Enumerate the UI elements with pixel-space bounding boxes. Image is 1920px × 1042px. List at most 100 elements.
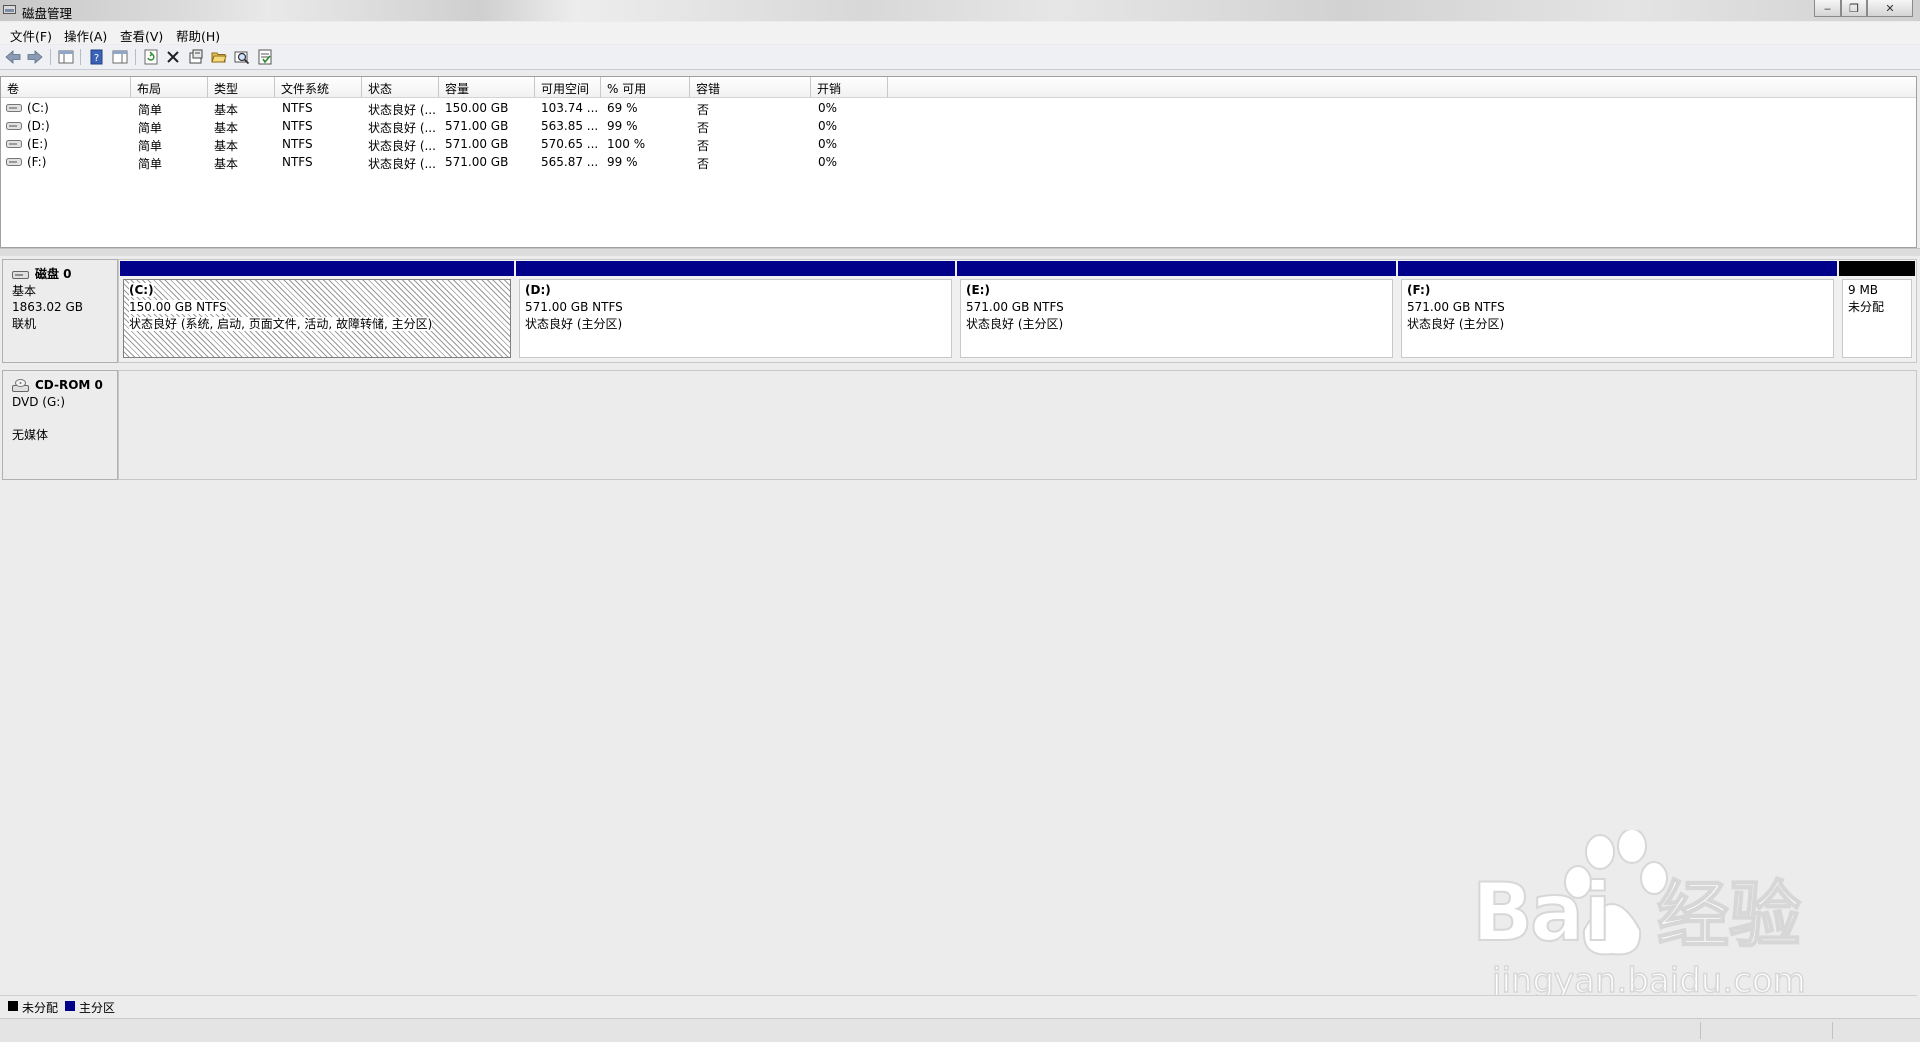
column-header-type[interactable]: 类型 (208, 77, 275, 98)
delete-icon (167, 51, 179, 63)
legend-bar: 未分配 主分区 (0, 995, 1917, 1016)
close-icon: ✕ (1885, 1, 1895, 15)
menu-file[interactable]: 文件(F) (10, 26, 52, 45)
drive-icon (6, 140, 22, 148)
volume-fault-tolerance: 否 (697, 157, 710, 171)
disk-0-label[interactable]: 磁盘 0 基本 1863.02 GB 联机 (2, 259, 118, 363)
menu-action[interactable]: 操作(A) (64, 26, 107, 45)
partition-type-bar (1839, 261, 1915, 276)
menu-view[interactable]: 查看(V) (120, 26, 163, 45)
properties-icon (189, 49, 203, 64)
disk-type: DVD (G:) (12, 394, 65, 409)
drive-icon (6, 158, 22, 166)
volume-list[interactable]: 卷 布局 类型 文件系统 状态 容量 可用空间 % 可用 容错 开销 (C:) … (0, 76, 1917, 248)
volume-overhead: 0% (818, 101, 838, 115)
column-header-filler (888, 77, 1916, 98)
volume-row[interactable]: (E:) 简单 基本 NTFS 状态良好 (... 571.00 GB 570.… (1, 135, 1916, 153)
disk-status: 无媒体 (12, 427, 49, 442)
partition-f[interactable]: (F:) 571.00 GB NTFS 状态良好 (主分区) (1398, 261, 1837, 361)
partition-e[interactable]: (E:) 571.00 GB NTFS 状态良好 (主分区) (957, 261, 1396, 361)
forward-arrow-icon (27, 50, 43, 64)
rescan-icon (258, 49, 272, 65)
partition-name: (C:) (129, 283, 154, 297)
rescan-button[interactable] (256, 48, 274, 66)
partition-body: 9 MB 未分配 (1842, 279, 1912, 358)
toolbar: ? (0, 45, 1920, 70)
volume-status: 状态良好 (... (368, 103, 436, 117)
volume-percent-free: 69 % (607, 101, 638, 115)
volume-status: 状态良好 (... (368, 139, 436, 153)
volume-capacity: 150.00 GB (445, 101, 509, 115)
properties-pane-icon (112, 50, 128, 64)
cd-rom-icon (12, 379, 29, 392)
volume-type: 基本 (214, 103, 239, 117)
column-header-percent-free[interactable]: % 可用 (601, 77, 690, 98)
status-bar (0, 1018, 1920, 1042)
volume-row[interactable]: (C:) 简单 基本 NTFS 状态良好 (... 150.00 GB 103.… (1, 99, 1916, 117)
partition-status: 状态良好 (系统, 启动, 页面文件, 活动, 故障转储, 主分区) (129, 317, 433, 331)
back-arrow-icon (5, 50, 21, 64)
disk-size (12, 410, 117, 427)
partition-size-fs: 571.00 GB NTFS (525, 300, 623, 314)
volume-name: (E:) (27, 137, 48, 151)
properties-pane-button[interactable] (111, 48, 129, 66)
partition-type-bar (957, 261, 1396, 276)
column-header-free-space[interactable]: 可用空间 (535, 77, 601, 98)
partition-body: (F:) 571.00 GB NTFS 状态良好 (主分区) (1401, 279, 1834, 358)
column-header-layout[interactable]: 布局 (131, 77, 208, 98)
show-hide-console-tree-icon (58, 50, 74, 64)
volume-layout: 简单 (138, 103, 163, 117)
legend-label-primary: 主分区 (79, 1001, 116, 1015)
volume-layout: 简单 (138, 121, 163, 135)
partition-unallocated[interactable]: 9 MB 未分配 (1839, 261, 1915, 361)
partition-status: 未分配 (1848, 300, 1885, 314)
help-button[interactable]: ? (88, 48, 106, 66)
partition-size-fs: 9 MB (1848, 283, 1879, 297)
drive-icon (6, 104, 22, 112)
toolbar-separator (80, 49, 81, 65)
column-header-status[interactable]: 状态 (362, 77, 439, 98)
partition-name: (E:) (966, 283, 990, 297)
column-header-capacity[interactable]: 容量 (439, 77, 535, 98)
close-button[interactable]: ✕ (1867, 0, 1913, 17)
explore-button[interactable] (233, 48, 251, 66)
volume-type: 基本 (214, 121, 239, 135)
open-icon (211, 52, 227, 63)
partition-name: (F:) (1407, 283, 1431, 297)
back-button[interactable] (4, 48, 22, 66)
volume-fault-tolerance: 否 (697, 103, 710, 117)
column-header-filesystem[interactable]: 文件系统 (275, 77, 362, 98)
volume-row[interactable]: (D:) 简单 基本 NTFS 状态良好 (... 571.00 GB 563.… (1, 117, 1916, 135)
toolbar-separator (135, 49, 136, 65)
partition-d[interactable]: (D:) 571.00 GB NTFS 状态良好 (主分区) (516, 261, 955, 361)
minimize-icon: ‒ (1824, 1, 1831, 15)
volume-capacity: 571.00 GB (445, 137, 509, 151)
column-header-fault-tolerance[interactable]: 容错 (690, 77, 811, 98)
partition-c[interactable]: (C:) 150.00 GB NTFS 状态良好 (系统, 启动, 页面文件, … (120, 261, 514, 361)
disk-name: 磁盘 0 (35, 267, 72, 281)
toolbar-separator (50, 49, 51, 65)
partition-status: 状态良好 (主分区) (966, 317, 1064, 331)
show-hide-console-tree-button[interactable] (57, 48, 75, 66)
help-icon: ? (90, 49, 103, 65)
column-header-volume[interactable]: 卷 (1, 77, 131, 98)
volume-free-space: 570.65 ... (541, 137, 599, 151)
open-button[interactable] (210, 48, 228, 66)
volume-overhead: 0% (818, 155, 838, 169)
refresh-button[interactable] (142, 48, 160, 66)
column-header-overhead[interactable]: 开销 (811, 77, 888, 98)
partition-status: 状态良好 (主分区) (1407, 317, 1505, 331)
volume-filesystem: NTFS (282, 101, 313, 115)
properties-button[interactable] (187, 48, 205, 66)
volume-capacity: 571.00 GB (445, 155, 509, 169)
menu-help[interactable]: 帮助(H) (176, 26, 220, 45)
forward-button[interactable] (26, 48, 44, 66)
restore-button[interactable]: ❐ (1841, 0, 1867, 17)
disk-status: 联机 (12, 316, 37, 331)
volume-row[interactable]: (F:) 简单 基本 NTFS 状态良好 (... 571.00 GB 565.… (1, 153, 1916, 171)
cd-rom-0-label[interactable]: CD-ROM 0 DVD (G:) 无媒体 (2, 370, 118, 480)
volume-name: (D:) (27, 119, 50, 133)
title-bar[interactable]: 磁盘管理 ‒ ❐ ✕ (0, 0, 1920, 21)
delete-button[interactable] (164, 48, 182, 66)
minimize-button[interactable]: ‒ (1814, 0, 1841, 17)
